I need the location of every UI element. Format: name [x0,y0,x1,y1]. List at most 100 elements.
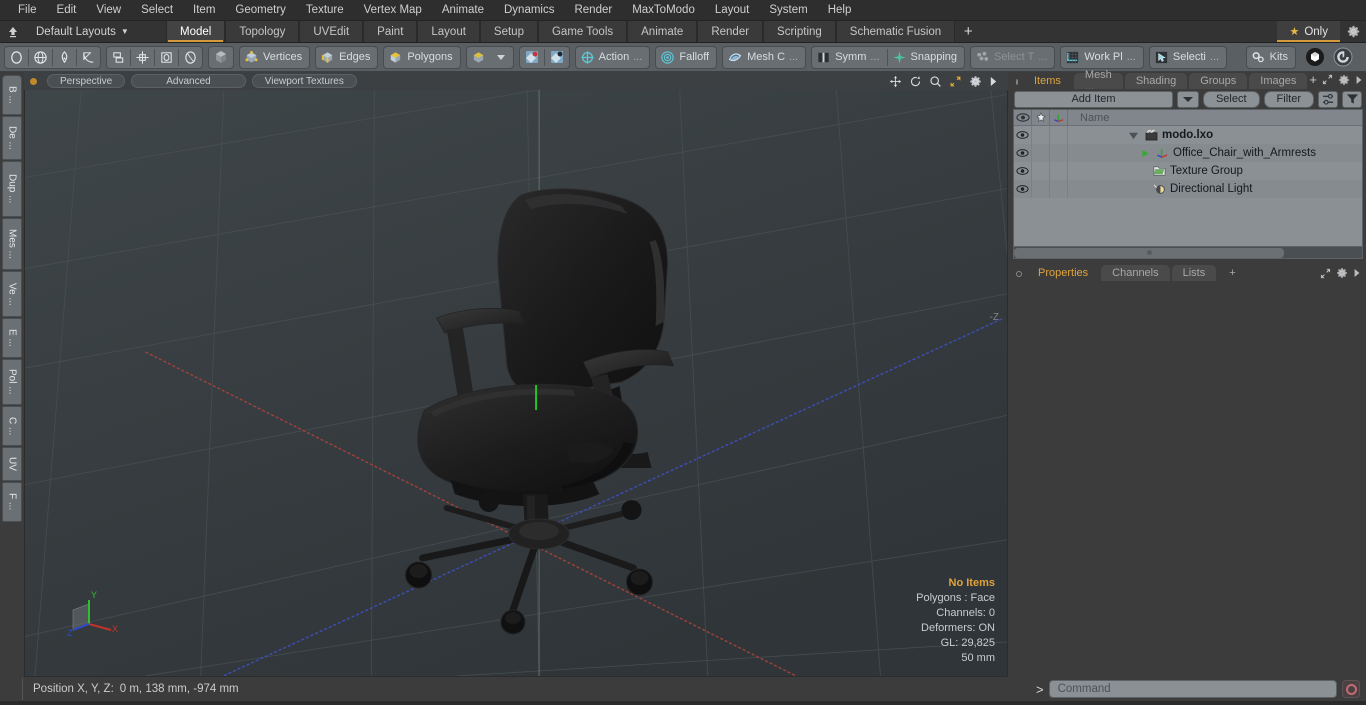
row-name-cell[interactable]: modo.lxo [1068,129,1213,141]
circle-icon[interactable] [5,47,28,68]
row-visibility-toggle[interactable] [1014,126,1032,144]
row-visibility-toggle[interactable] [1014,162,1032,180]
list-options-icon[interactable] [1318,90,1338,108]
table-row[interactable]: Texture Group [1014,162,1362,180]
square-icon[interactable] [155,47,178,68]
mirror-icon[interactable] [107,47,130,68]
add-layout-tab-button[interactable]: + [955,21,982,42]
funnel-icon[interactable] [1342,90,1362,108]
rotate-icon[interactable] [909,75,922,88]
vtab-basic[interactable]: B ... [2,75,22,115]
layout-tab-game-tools[interactable]: Game Tools [537,21,628,42]
menu-item-select[interactable]: Select [131,0,183,21]
gear-icon[interactable] [969,75,982,88]
globe-icon[interactable] [29,47,52,68]
panel-menu-dot-icon[interactable] [1016,79,1018,85]
zoom-icon[interactable] [929,75,942,88]
add-item-dropdown-button[interactable] [1176,90,1199,108]
unreal-logo-icon[interactable] [1329,47,1357,68]
vertices-button[interactable]: Vertices [240,47,309,68]
select-through-button[interactable]: Select T ... [971,47,1054,68]
action-center-button[interactable]: Action ... [576,47,650,68]
vtab-polygon[interactable]: Pol ... [2,359,22,405]
viewport-view-mode-button[interactable]: Perspective [47,74,126,88]
item-mode-chevron-down-icon[interactable] [490,47,513,68]
row-name-cell[interactable]: Texture Group [1068,165,1243,177]
item-mode-cube-icon[interactable] [467,47,490,68]
menu-item-help[interactable]: Help [818,0,862,21]
menu-item-file[interactable]: File [8,0,47,21]
maximize-icon[interactable] [949,75,962,88]
row-name-cell[interactable]: Office_Chair_with_Armrests [1068,147,1316,159]
menu-item-render[interactable]: Render [564,0,622,21]
home-layout-icon[interactable] [0,21,26,42]
menu-item-item[interactable]: Item [183,0,225,21]
falloff-button[interactable]: Falloff [656,47,716,68]
panel-tab-shading[interactable]: Shading [1124,73,1188,89]
curve-icon[interactable] [77,47,100,68]
add-item-button[interactable]: Add Item [1014,90,1173,108]
only-toggle-button[interactable]: ★ Only [1277,21,1340,42]
layout-tab-topology[interactable]: Topology [225,21,300,42]
menu-item-view[interactable]: View [86,0,131,21]
command-record-button[interactable] [1342,680,1360,698]
vtab-duplicate[interactable]: Dup ... [2,161,22,217]
polygons-button[interactable]: Polygons [384,47,459,68]
kits-button[interactable]: Kits [1247,47,1295,68]
scrollbar-thumb[interactable] [1014,247,1284,258]
pen-icon[interactable] [53,47,76,68]
menu-item-vertex-map[interactable]: Vertex Map [354,0,432,21]
symmetry-button[interactable]: Symm ... [812,47,886,68]
vtab-curve[interactable]: C ... [2,406,22,446]
layout-tab-uvedit[interactable]: UVEdit [299,21,364,42]
panel-tab-images[interactable]: Images [1249,73,1308,89]
vtab-vertex[interactable]: Ve ... [2,271,22,317]
work-plane-button[interactable]: Work Pl ... [1061,47,1142,68]
vtab-fusion[interactable]: F ... [2,482,22,522]
select-button[interactable]: Select [1202,90,1260,108]
vtab-edge[interactable]: E ... [2,318,22,358]
row-visibility-toggle[interactable] [1014,144,1032,162]
expand-properties-icon[interactable] [1320,268,1331,279]
modo-logo-icon[interactable] [1301,47,1329,68]
panel-chevron-right-icon[interactable] [1355,75,1363,85]
row-visibility-toggle[interactable] [1014,180,1032,198]
panel-tab-properties[interactable]: Properties [1027,265,1100,281]
vtab-mesh-edit[interactable]: Mes ... [2,218,22,270]
center-icon[interactable] [131,47,154,68]
3d-viewport[interactable]: -Z Y X Z No Items Polygons : Face Channe… [24,90,1008,677]
item-cube-icon[interactable] [209,47,233,68]
menu-item-layout[interactable]: Layout [705,0,760,21]
layout-tab-paint[interactable]: Paint [363,21,418,42]
viewport-menu-dot-icon[interactable] [30,77,37,85]
add-panel-tab-button[interactable]: + [1309,72,1317,87]
menu-item-animate[interactable]: Animate [432,0,494,21]
layout-tab-animate[interactable]: Animate [627,21,698,42]
properties-content-area[interactable] [1010,284,1366,677]
expand-panel-icon[interactable] [1322,74,1333,85]
row-name-cell[interactable]: Directional Light [1068,183,1252,195]
panel-tab-items[interactable]: Items [1023,73,1072,89]
chevron-right-icon[interactable] [989,76,998,87]
layout-tab-setup[interactable]: Setup [479,21,538,42]
default-layouts-dropdown[interactable]: Default Layouts ▼ [26,21,166,42]
mesh-constraint-button[interactable]: Mesh C ... [723,47,805,68]
panel-gear-icon[interactable] [1338,74,1350,86]
table-row[interactable]: modo.lxo [1014,126,1362,144]
table-row[interactable]: Office_Chair_with_Armrests [1014,144,1362,162]
layout-tab-scripting[interactable]: Scripting [763,21,836,42]
panel-tab-mesh-ops[interactable]: Mesh ... [1073,69,1123,93]
pan-icon[interactable] [889,75,902,88]
viewport-shading-button[interactable]: Advanced [131,74,246,88]
menu-item-geometry[interactable]: Geometry [225,0,296,21]
menu-item-edit[interactable]: Edit [47,0,87,21]
properties-gear-icon[interactable] [1336,267,1348,279]
command-input[interactable] [1048,680,1337,698]
menu-item-maxtomodo[interactable]: MaxToModo [622,0,705,21]
layout-tab-layout[interactable]: Layout [417,21,480,42]
vtab-uv[interactable]: UV [2,447,22,481]
selection-set-button[interactable]: Selecti ... [1150,47,1226,68]
vtab-deform[interactable]: De ... [2,116,22,160]
panel-tab-groups[interactable]: Groups [1189,73,1248,89]
table-row[interactable]: Directional Light [1014,180,1362,198]
